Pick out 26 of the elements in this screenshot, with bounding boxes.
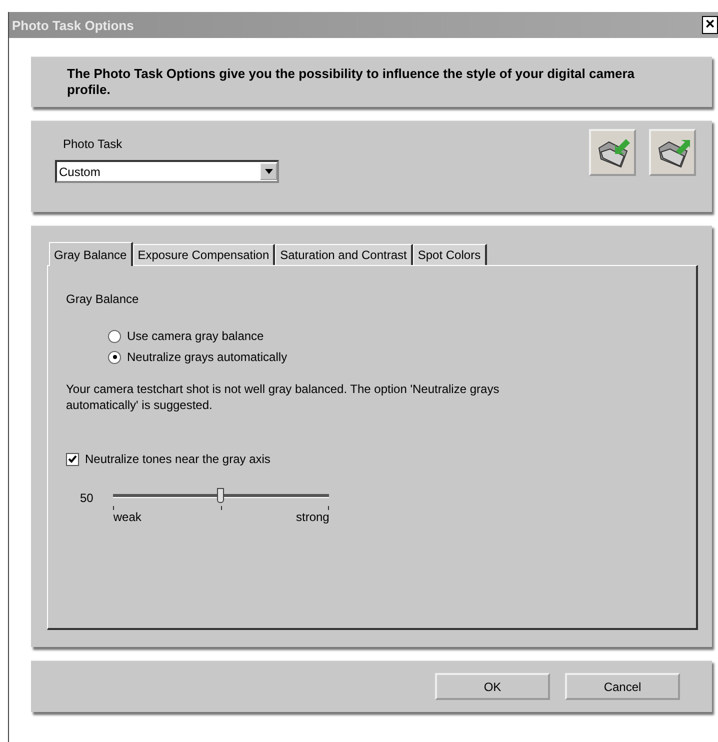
close-button[interactable]: × (702, 16, 718, 34)
slider-max-label: strong (296, 510, 330, 524)
radio-label[interactable]: Use camera gray balance (127, 329, 264, 343)
photo-task-dropdown[interactable]: Custom (55, 160, 279, 183)
folder-import-button[interactable] (589, 129, 636, 176)
intro-text: The Photo Task Options give you the possibility to influence the style of your digital camera profile. (67, 66, 636, 98)
photo-task-label: Photo Task (62, 137, 124, 151)
radio-button[interactable] (108, 330, 121, 342)
slider-track[interactable] (113, 488, 330, 504)
radio-button[interactable] (108, 350, 121, 364)
tab[interactable]: Spot Colors (412, 244, 487, 265)
suggestion-message: Your camera testchart shot is not well gray balanced. The option 'Neutralize grays automatically' is suggested. (66, 381, 500, 413)
radio-label[interactable]: Neutralize grays automatically (127, 350, 288, 364)
slider-thumb[interactable] (217, 488, 224, 503)
section-title: Gray Balance (66, 292, 139, 306)
slider-min-label: weak (113, 510, 142, 524)
folder-export-button[interactable] (649, 129, 696, 176)
checkbox-label[interactable]: Neutralize tones near the gray axis (85, 452, 270, 466)
dialog-button[interactable]: Cancel (565, 673, 680, 700)
slider-value: 50 (80, 490, 94, 505)
tab[interactable]: Saturation and Contrast (275, 244, 413, 265)
dialog-button[interactable]: OK (435, 673, 550, 700)
tab[interactable]: Exposure Compensation (132, 244, 276, 265)
window-title: Photo Task Options (11, 18, 134, 32)
checkbox[interactable] (66, 452, 79, 466)
tab[interactable]: Gray Balance (49, 242, 133, 266)
